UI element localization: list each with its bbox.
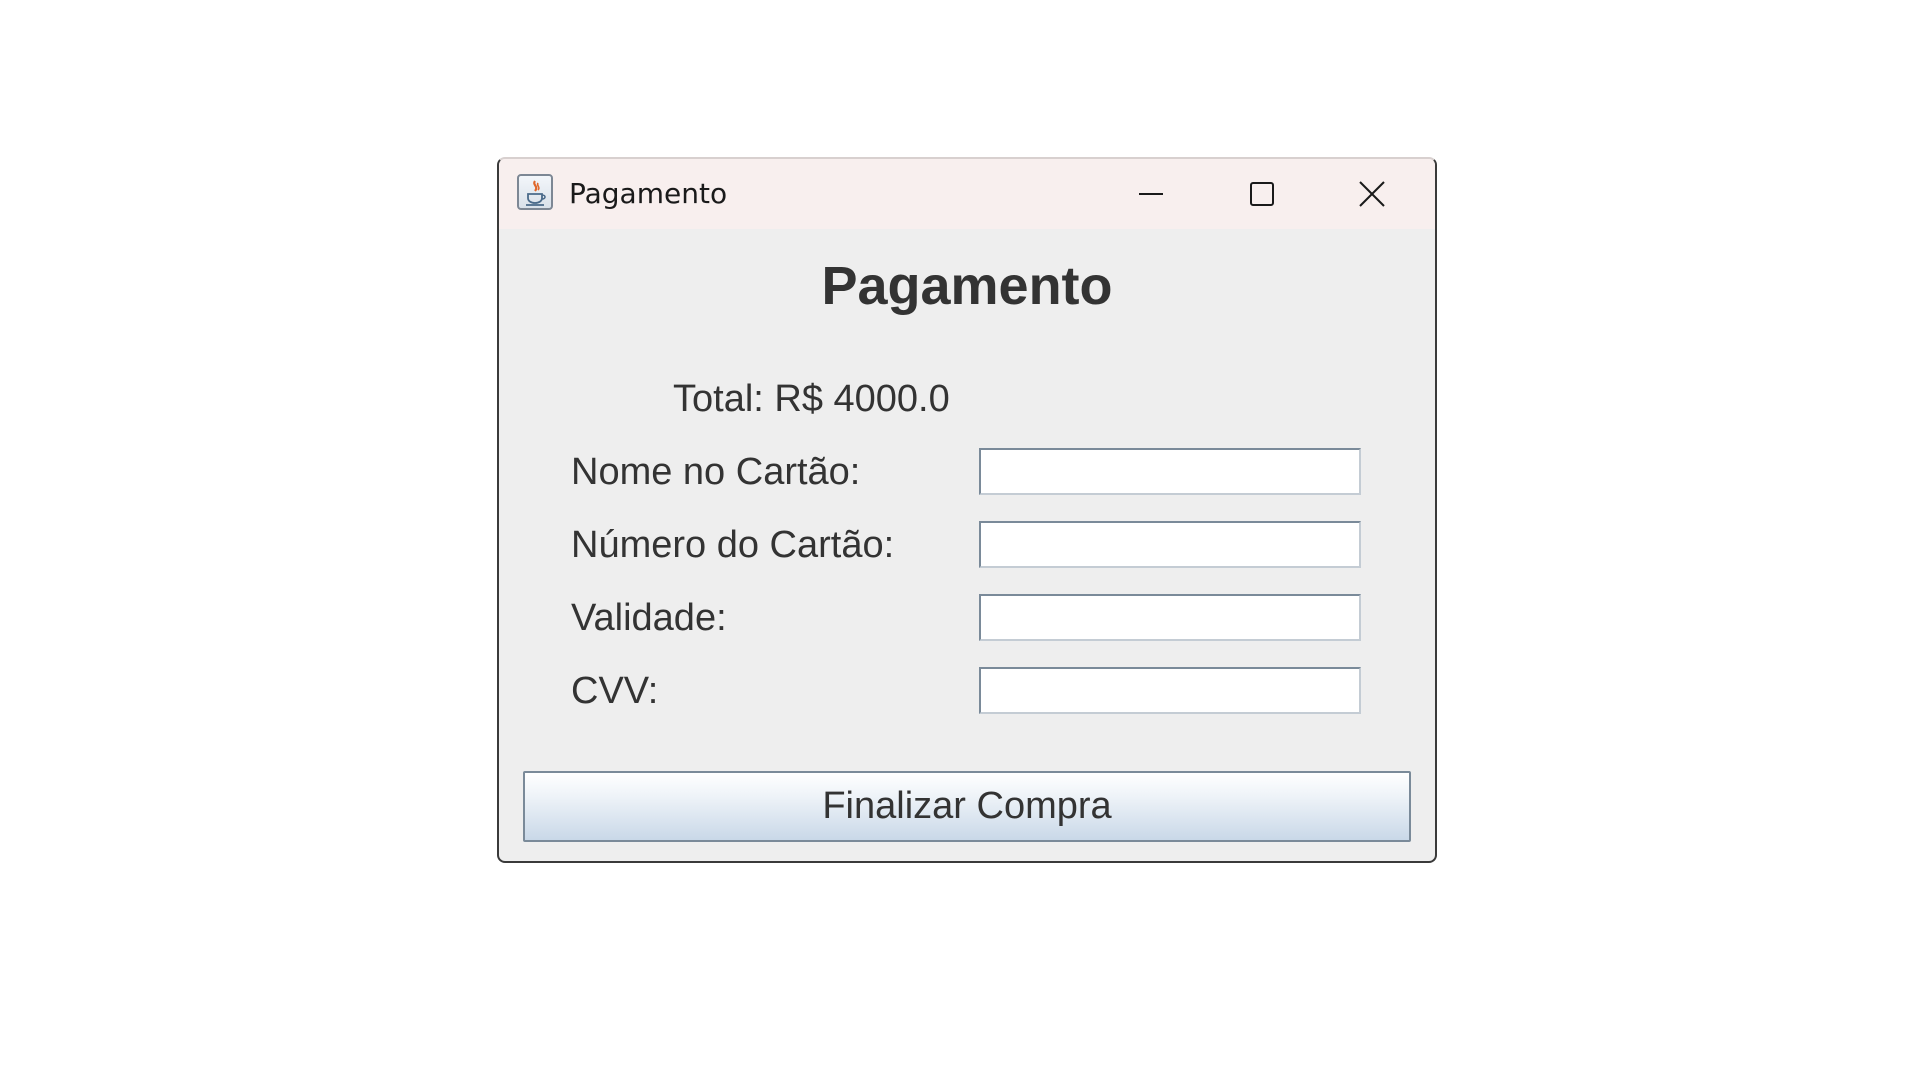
payment-window: Pagamento Pagamento Total: R$ 4000.0 Nom… xyxy=(497,157,1437,863)
total-amount: Total: R$ 4000.0 xyxy=(673,378,950,420)
page-heading: Pagamento xyxy=(821,256,1113,316)
card-number-input[interactable] xyxy=(979,521,1361,568)
expiry-input[interactable] xyxy=(979,594,1361,641)
card-number-label: Número do Cartão: xyxy=(571,524,895,566)
close-button[interactable] xyxy=(1317,159,1427,229)
minimize-icon xyxy=(1139,193,1163,195)
minimize-button[interactable] xyxy=(1096,159,1206,229)
maximize-icon xyxy=(1250,182,1274,206)
window-title: Pagamento xyxy=(569,177,728,210)
cvv-label: CVV: xyxy=(571,670,659,712)
close-icon xyxy=(1359,181,1385,207)
maximize-button[interactable] xyxy=(1207,159,1317,229)
cvv-input[interactable] xyxy=(979,667,1361,714)
java-cup-icon xyxy=(517,174,553,210)
expiry-label: Validade: xyxy=(571,597,727,639)
card-name-input[interactable] xyxy=(979,448,1361,495)
finalize-purchase-button[interactable]: Finalizar Compra xyxy=(523,771,1411,842)
card-name-label: Nome no Cartão: xyxy=(571,451,861,493)
title-bar[interactable]: Pagamento xyxy=(499,159,1435,229)
